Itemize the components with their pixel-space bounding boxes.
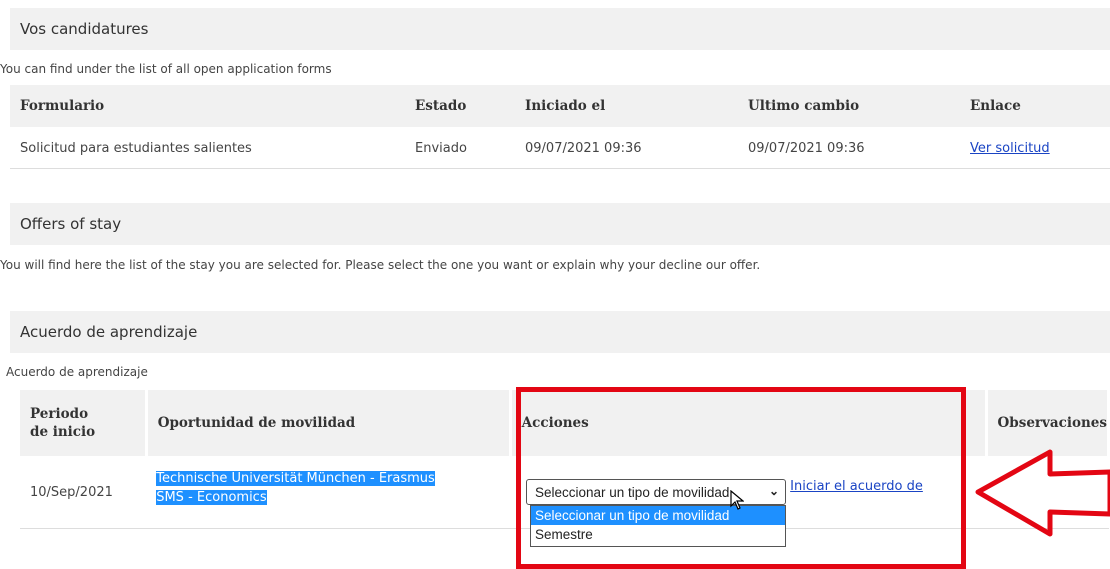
applications-title: Vos candidatures <box>20 20 149 38</box>
col-formulario: Formulario <box>10 85 405 128</box>
opportunity-line1: Technische Universität München - Erasmus <box>156 471 435 486</box>
iniciar-acuerdo-link[interactable]: Iniciar el acuerdo de <box>790 479 923 494</box>
mobility-type-dropdown-list: Seleccionar un tipo de movilidad Semestr… <box>530 505 786 547</box>
col-ultimo-cambio: Ultimo cambio <box>738 85 960 128</box>
learning-agreement-title: Acuerdo de aprendizaje <box>20 323 198 341</box>
col-observaciones: Observaciones <box>986 390 1110 456</box>
red-arrow-icon <box>975 449 1110 537</box>
chevron-down-icon: ⌄ <box>768 484 779 498</box>
offers-subtitle: You will find here the list of the stay … <box>0 258 761 272</box>
col-estado: Estado <box>405 85 515 128</box>
cell-changed: 09/07/2021 09:36 <box>738 127 960 169</box>
cell-form: Solicitud para estudiantes salientes <box>10 127 405 169</box>
cell-start: 10/Sep/2021 <box>20 456 147 529</box>
applications-header-row: Formulario Estado Iniciado el Ultimo cam… <box>10 85 1110 128</box>
dropdown-option[interactable]: Seleccionar un tipo de movilidad <box>531 506 785 525</box>
opportunity-line2: SMS - Economics <box>156 490 267 505</box>
mouse-cursor-icon <box>730 490 744 510</box>
mobility-type-select[interactable]: Seleccionar un tipo de movilidad ⌄ <box>526 479 786 505</box>
applications-table: Formulario Estado Iniciado el Ultimo cam… <box>10 85 1110 169</box>
cell-status: Enviado <box>405 127 515 169</box>
ver-solicitud-link[interactable]: Ver solicitud <box>970 141 1050 156</box>
applications-subtitle: You can find under the list of all open … <box>0 62 332 76</box>
col-iniciado: Iniciado el <box>515 85 738 128</box>
cell-started: 09/07/2021 09:36 <box>515 127 738 169</box>
col-enlace: Enlace <box>960 85 1110 128</box>
col-periodo-inicio-label: Periodo de inicio <box>30 406 96 440</box>
cell-link: Ver solicitud <box>960 127 1110 169</box>
learning-agreement-section-header: Acuerdo de aprendizaje <box>10 311 1110 353</box>
learning-agreement-subtitle: Acuerdo de aprendizaje <box>6 365 148 379</box>
applications-section-header: Vos candidatures <box>10 8 1110 50</box>
col-acciones: Acciones <box>510 390 988 456</box>
cell-opportunity: Technische Universität München - Erasmus… <box>146 456 511 529</box>
offers-title: Offers of stay <box>20 215 122 233</box>
dropdown-option[interactable]: Semestre <box>531 525 785 544</box>
offers-section-header: Offers of stay <box>10 203 1110 245</box>
col-periodo-inicio: Periodo de inicio <box>20 390 148 456</box>
col-oportunidad: Oportunidad de movilidad <box>146 390 512 456</box>
table-row: Solicitud para estudiantes salientes Env… <box>10 127 1110 169</box>
la-header-row: Periodo de inicio Oportunidad de movilid… <box>20 390 1110 456</box>
select-value: Seleccionar un tipo de movilidad <box>535 484 730 500</box>
